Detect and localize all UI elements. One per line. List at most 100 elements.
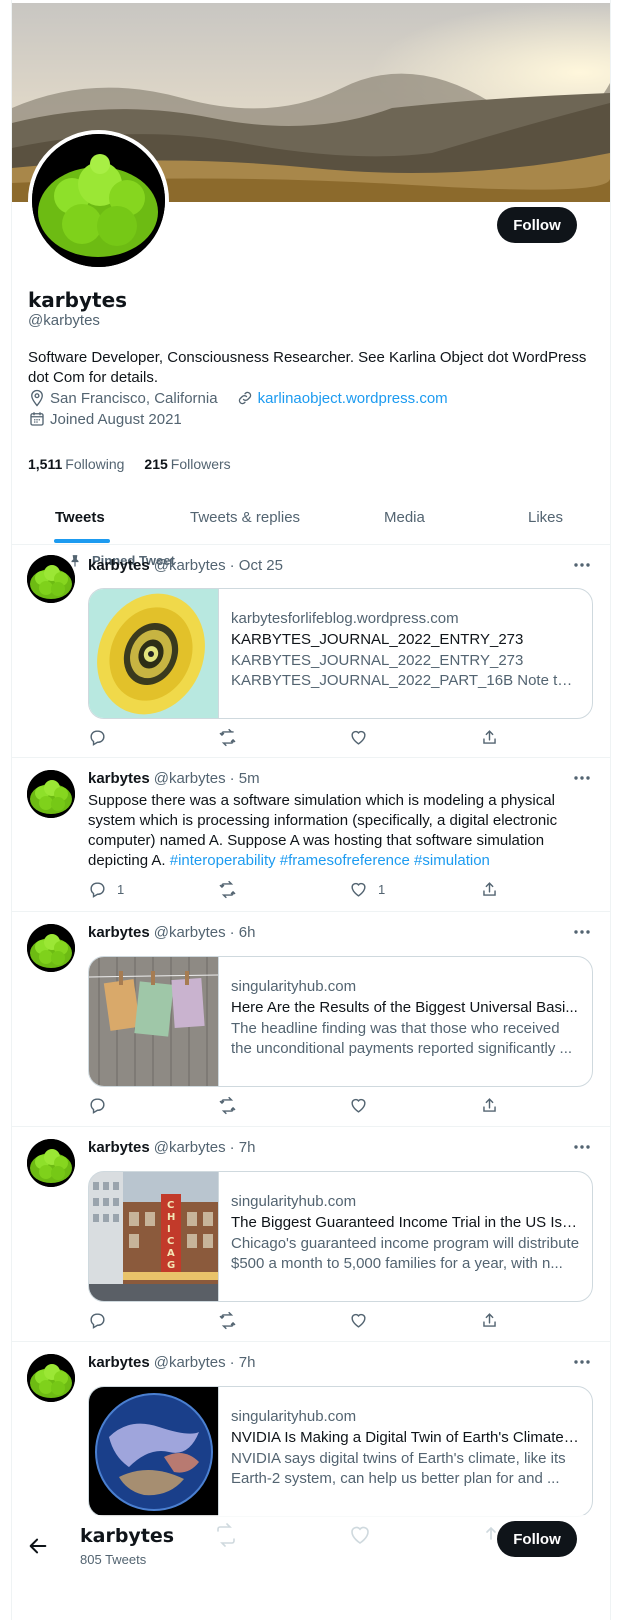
tab-tweets[interactable]: Tweets <box>55 490 105 544</box>
share-button[interactable] <box>480 1311 499 1330</box>
tweet-actions <box>88 1096 588 1116</box>
heart-icon <box>351 730 366 745</box>
share-button[interactable] <box>480 728 499 747</box>
profile-handle: @karbytes <box>28 312 100 329</box>
tweet-author-handle: @karbytes <box>153 1139 226 1156</box>
tweet-header: karbytes @karbytes · 6h <box>88 924 256 941</box>
followers-link[interactable]: 215 Followers <box>144 456 230 472</box>
avatar[interactable] <box>27 1139 75 1187</box>
tweet[interactable]: Pinned Tweet karbytes @karbytes · Oct 25… <box>12 545 610 758</box>
retweet-button[interactable] <box>218 1096 247 1115</box>
tweet[interactable]: karbytes @karbytes · 5m Suppose there wa… <box>12 758 610 912</box>
sticky-follow-button[interactable]: Follow <box>497 1521 577 1557</box>
tweet-author-name[interactable]: karbytes <box>88 557 150 574</box>
follow-counts: 1,511 Following 215 Followers <box>28 456 231 472</box>
link-card-description: NVIDIA says digital twins of Earth's cli… <box>231 1450 566 1487</box>
like-button[interactable]: 1 <box>349 880 385 899</box>
reply-button[interactable] <box>88 1096 117 1115</box>
tweet-hashtags[interactable]: #interoperability #framesofreference #si… <box>170 852 490 869</box>
reply-icon <box>90 730 105 746</box>
link-card[interactable]: karbytesforlifeblog.wordpress.com KARBYT… <box>88 588 593 719</box>
heart-icon <box>351 1313 366 1328</box>
calendar-icon <box>28 410 46 428</box>
like-button[interactable] <box>349 1096 378 1115</box>
tweet-timestamp[interactable]: · 6h <box>230 924 256 941</box>
link-card[interactable]: singularityhub.com NVIDIA Is Making a Di… <box>88 1386 593 1517</box>
share-icon <box>483 1098 496 1112</box>
tweet-timestamp[interactable]: · 7h <box>230 1354 256 1371</box>
retweet-button[interactable] <box>218 728 247 747</box>
tweet[interactable]: karbytes @karbytes · 7h singularityhub.c… <box>12 1342 610 1542</box>
retweet-icon <box>219 880 236 899</box>
link-card-body: singularityhub.com NVIDIA Is Making a Di… <box>219 1387 592 1516</box>
tweet-author-handle: @karbytes <box>153 1354 226 1371</box>
profile-bio: Software Developer, Consciousness Resear… <box>28 349 587 386</box>
avatar[interactable] <box>27 1354 75 1402</box>
link-card-domain: singularityhub.com <box>231 978 357 995</box>
profile-website-link[interactable]: karlinaobject.wordpress.com <box>258 390 448 407</box>
tweet-header: karbytes @karbytes · Oct 25 <box>88 557 283 574</box>
tweet-timestamp[interactable]: · Oct 25 <box>230 557 283 574</box>
more-options-icon[interactable] <box>572 1137 592 1157</box>
reply-button[interactable] <box>88 1311 117 1330</box>
following-link[interactable]: 1,511 Following <box>28 456 124 472</box>
tweet-author-name[interactable]: karbytes <box>88 1139 150 1156</box>
tweet-actions <box>88 1311 588 1331</box>
svg-text:C: C <box>167 1236 174 1247</box>
more-options-icon[interactable] <box>572 768 592 788</box>
profile-meta-row: San Francisco, California karlinaobject.… <box>28 389 448 407</box>
like-button[interactable] <box>349 728 378 747</box>
link-card-description: Chicago's guaranteed income program will… <box>231 1235 580 1272</box>
like-button[interactable] <box>349 1311 378 1330</box>
heart-icon <box>351 1098 366 1113</box>
link-card-body: karbytesforlifeblog.wordpress.com KARBYT… <box>219 589 592 718</box>
avatar[interactable] <box>27 770 75 818</box>
like-count: 1 <box>378 882 386 897</box>
tweet-author-handle: @karbytes <box>153 557 226 574</box>
tab-tweets-and-replies[interactable]: Tweets & replies <box>190 490 300 544</box>
retweet-button[interactable] <box>218 1311 247 1330</box>
tweet-author-name[interactable]: karbytes <box>88 1354 150 1371</box>
svg-text:A: A <box>167 1248 175 1259</box>
tweet[interactable]: karbytes @karbytes · 7h CHICAG singulari <box>12 1127 610 1342</box>
share-button[interactable] <box>480 1096 499 1115</box>
follow-button[interactable]: Follow <box>497 207 577 243</box>
link-card[interactable]: CHICAG singularityhub.com The Biggest Gu… <box>88 1171 593 1302</box>
tab-likes[interactable]: Likes <box>528 490 563 544</box>
tweet-author-name[interactable]: karbytes <box>88 770 150 787</box>
tweet-author-name[interactable]: karbytes <box>88 924 150 941</box>
more-options-icon[interactable] <box>572 1352 592 1372</box>
tweet-header: karbytes @karbytes · 5m <box>88 770 260 787</box>
reply-icon <box>90 882 105 898</box>
tweet[interactable]: karbytes @karbytes · 6h singularityhub.c… <box>12 912 610 1127</box>
link-card-description: KARBYTES_JOURNAL_2022_ENTRY_273 KARBYTES… <box>231 652 579 689</box>
more-options-icon[interactable] <box>572 922 592 942</box>
tweet-timestamp[interactable]: · 5m <box>230 770 260 787</box>
link-card[interactable]: singularityhub.com Here Are the Results … <box>88 956 593 1087</box>
reply-icon <box>90 1098 105 1114</box>
share-button[interactable] <box>480 880 499 899</box>
svg-text:H: H <box>167 1212 175 1223</box>
link-card-title: The Biggest Guaranteed Income Trial in t… <box>231 1214 580 1231</box>
reply-button[interactable]: 1 <box>88 880 124 899</box>
heart-icon <box>351 882 366 897</box>
reply-button[interactable] <box>88 728 117 747</box>
location-icon <box>28 389 46 407</box>
reply-count: 1 <box>117 882 125 897</box>
link-card-domain: singularityhub.com <box>231 1193 357 1210</box>
tweet-timestamp[interactable]: · 7h <box>230 1139 256 1156</box>
tweet-text: Suppose there was a software simulation … <box>88 792 558 869</box>
share-icon <box>483 730 496 744</box>
link-icon <box>236 389 254 407</box>
svg-text:I: I <box>167 1224 171 1235</box>
profile-avatar[interactable] <box>28 130 169 271</box>
link-card-title: KARBYTES_JOURNAL_2022_ENTRY_273 <box>231 631 524 648</box>
retweet-button[interactable] <box>218 880 247 899</box>
active-tab-indicator <box>54 539 110 543</box>
tweet-actions <box>88 728 588 748</box>
tab-media[interactable]: Media <box>384 490 425 544</box>
back-arrow-icon[interactable] <box>27 1535 49 1557</box>
avatar[interactable] <box>27 555 75 603</box>
avatar[interactable] <box>27 924 75 972</box>
more-options-icon[interactable] <box>572 555 592 575</box>
